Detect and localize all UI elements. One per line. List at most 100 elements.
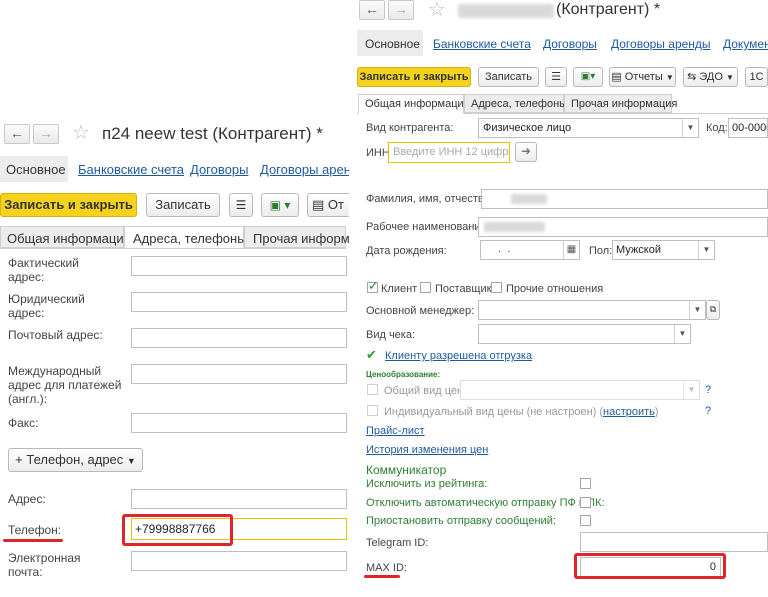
common-price-select[interactable]: ▼ [460, 380, 700, 400]
indiv-price-text: Индивидуальный вид цены (не настроен) (н… [384, 405, 659, 419]
fact-address-field[interactable] [131, 256, 347, 276]
tab-bank-accounts[interactable]: Банковские счета [433, 37, 531, 51]
price-list-link[interactable]: Прайс-лист [366, 425, 425, 437]
code-value: 00-0000 [732, 122, 767, 134]
label-sex: Пол: [589, 245, 613, 257]
onec-button[interactable]: 1С [745, 67, 768, 87]
other-checkbox[interactable] [491, 282, 502, 293]
kind-value: Физическое лицо [483, 122, 572, 134]
indiv-price-checkbox[interactable] [367, 405, 378, 416]
inn-field[interactable]: Введите ИНН 12 цифр [393, 146, 508, 158]
reports-button[interactable]: ▤ От [307, 193, 352, 217]
chevron-down-icon: ▼ [126, 456, 136, 466]
page-title: (Контрагент) * [556, 1, 661, 18]
tab-contracts[interactable]: Договоры [190, 162, 248, 177]
kind-select[interactable]: Физическое лицо ▼ [478, 118, 699, 138]
blurred-work-name [484, 222, 545, 232]
label-exclude-rating: Исключить из рейтинга: [366, 478, 488, 490]
configure-link[interactable]: настроить [603, 406, 655, 418]
label-email: Электронная почта: [8, 551, 81, 579]
back-icon[interactable]: ← [359, 0, 385, 20]
fax-field[interactable] [131, 413, 347, 433]
save-close-button[interactable]: Записать и закрыть [357, 67, 471, 87]
tab-main[interactable]: Основное [6, 162, 66, 177]
tab-main[interactable]: Основное [365, 37, 420, 51]
edo-button[interactable]: ⇆ ЭДО ▼ [683, 67, 738, 87]
list-icon[interactable]: ☰ [229, 193, 253, 217]
back-icon[interactable]: ← [4, 124, 30, 144]
label-post-address: Почтовый адрес: [8, 328, 103, 342]
star-icon[interactable]: ☆ [428, 0, 446, 20]
ftab-other[interactable]: Прочая информа [244, 226, 357, 248]
label-pause-msgs: Приостановить отправку сообщений: [366, 515, 556, 527]
star-icon[interactable]: ☆ [72, 123, 90, 143]
phone-underline [3, 539, 63, 542]
intl-address-field[interactable] [131, 364, 347, 384]
manager-select[interactable]: ▼ [478, 300, 706, 320]
ftab-addresses[interactable]: Адреса, телефоны [464, 94, 567, 113]
legal-address-field[interactable] [131, 292, 347, 312]
chevron-down-icon: ▼ [698, 241, 714, 259]
sex-select[interactable]: Мужской ▼ [612, 240, 715, 260]
open-icon[interactable]: ⧉ [706, 300, 720, 320]
save-button[interactable]: Записать [146, 193, 220, 217]
label-intl-address: Международный адрес для платежей (англ.)… [8, 364, 122, 406]
reports-button[interactable]: ▤ Отчеты ▼ [609, 67, 676, 87]
label-phone: Телефон: [8, 523, 62, 537]
tabs-divider [0, 248, 346, 249]
max-id-highlight [574, 553, 726, 579]
blurred-fio [511, 194, 547, 204]
list-icon[interactable]: ☰ [545, 67, 567, 87]
telegram-field[interactable] [580, 532, 768, 552]
chevron-down-icon: ▼ [665, 73, 674, 82]
tab-contracts[interactable]: Договоры [543, 37, 597, 51]
save-close-button[interactable]: Записать и закрыть [0, 193, 137, 217]
common-price-checkbox[interactable] [367, 384, 378, 395]
forward-icon[interactable]: → [33, 124, 59, 144]
inn-search-icon[interactable]: ➜ [515, 142, 537, 162]
help-icon[interactable]: ? [705, 405, 711, 417]
birth-field[interactable]: . . ▦ [480, 240, 580, 260]
save-button[interactable]: Записать [478, 67, 539, 87]
calendar-icon[interactable]: ▦ [563, 241, 579, 259]
create-based-icon[interactable]: ▣▾ [573, 67, 603, 87]
page-title: п24 neew test (Контрагент) * [102, 124, 323, 143]
label-code: Код: [706, 122, 728, 134]
chevron-down-icon: ▼ [674, 325, 690, 343]
ftab-general[interactable]: Общая информация [358, 94, 470, 114]
shipment-link[interactable]: Клиенту разрешена отгрузка [385, 350, 532, 362]
exclude-rating-checkbox[interactable] [580, 478, 591, 489]
code-field[interactable]: 00-0000 [728, 118, 768, 138]
post-address-field[interactable] [131, 328, 347, 348]
label-kind: Вид контрагента: [366, 122, 454, 134]
tab-rent-contracts[interactable]: Договоры аренд [260, 162, 359, 177]
ftab-addresses[interactable]: Адреса, телефоны [124, 226, 247, 248]
tab-rent-contracts[interactable]: Договоры аренды [611, 37, 711, 51]
forward-icon[interactable]: → [388, 0, 414, 20]
ftab-other[interactable]: Прочая информация [564, 94, 677, 113]
receipt-select[interactable]: ▼ [478, 324, 691, 344]
help-icon[interactable]: ? [705, 384, 711, 396]
label-telegram: Telegram ID: [366, 537, 429, 549]
label-birth: Дата рождения: [366, 245, 447, 257]
disable-auto-checkbox[interactable] [580, 497, 591, 508]
add-phone-address-button[interactable]: + Телефон, адрес ▼ [8, 448, 143, 472]
pause-msgs-checkbox[interactable] [580, 515, 591, 526]
ftab-general[interactable]: Общая информация [0, 226, 131, 248]
price-history-link[interactable]: История изменения цен [366, 444, 488, 456]
phone-highlight [122, 514, 233, 546]
reports-icon: ▤ [611, 71, 622, 83]
tab-documents[interactable]: Докумен [723, 37, 768, 51]
communicator-heading: Коммуникатор [366, 463, 447, 477]
label-client: Клиент [381, 283, 418, 295]
address-field[interactable] [131, 489, 347, 509]
create-based-icon[interactable]: ▣ ▾ [261, 193, 299, 217]
email-field[interactable] [131, 551, 347, 571]
client-checkbox[interactable]: ✓ [367, 278, 379, 293]
label-fact-address: Фактический адрес: [8, 256, 79, 284]
chevron-down-icon: ▼ [725, 73, 734, 82]
label-fax: Факс: [8, 416, 39, 430]
tab-bank-accounts[interactable]: Банковские счета [78, 162, 184, 177]
checkmark-icon: ✓ [368, 278, 379, 293]
supplier-checkbox[interactable] [420, 282, 431, 293]
